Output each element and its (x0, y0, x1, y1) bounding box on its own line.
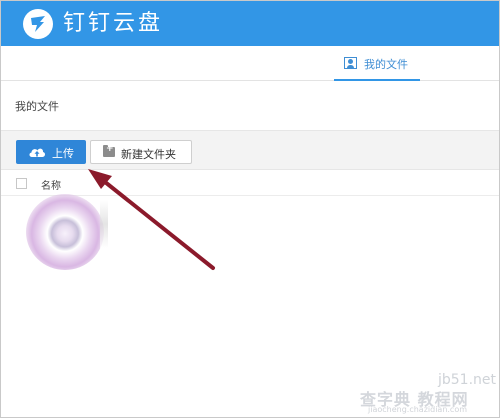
watermark-line3: jiaocheng.chazidian.com (368, 405, 468, 414)
annotation-arrow-icon (88, 169, 215, 270)
watermark: jb51.net 查字典 教程网 jiaocheng.chazidian.com (360, 372, 498, 416)
